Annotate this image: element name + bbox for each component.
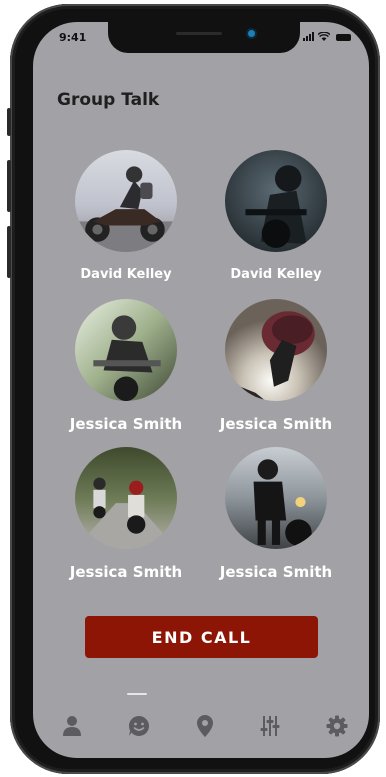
volume-up-button bbox=[7, 160, 11, 212]
active-tab-indicator bbox=[127, 693, 147, 695]
signal-icon bbox=[303, 32, 314, 41]
tab-profile[interactable] bbox=[57, 711, 87, 741]
participant-avatar[interactable] bbox=[225, 299, 327, 401]
status-time: 9:41 bbox=[59, 31, 87, 44]
mute-switch bbox=[7, 108, 11, 136]
battery-icon bbox=[336, 34, 351, 41]
participant-avatar[interactable] bbox=[75, 447, 177, 549]
equalizer-sliders-icon bbox=[260, 716, 280, 736]
notch bbox=[108, 22, 300, 53]
participant-avatar[interactable] bbox=[75, 150, 177, 252]
tab-chat[interactable] bbox=[124, 711, 154, 741]
speaker bbox=[176, 32, 222, 35]
participant-name: Jessica Smith bbox=[219, 563, 333, 581]
participant-avatar[interactable] bbox=[225, 447, 327, 549]
participant-name: Jessica Smith bbox=[69, 415, 183, 433]
chat-smile-icon bbox=[128, 715, 150, 736]
front-camera bbox=[248, 30, 255, 37]
gear-icon bbox=[326, 715, 348, 737]
participant-name: David Kelley bbox=[80, 267, 172, 282]
page-title: Group Talk bbox=[57, 90, 160, 110]
volume-down-button bbox=[7, 226, 11, 278]
person-icon bbox=[63, 716, 81, 736]
tab-equalizer[interactable] bbox=[255, 711, 285, 741]
participant-name: Jessica Smith bbox=[219, 415, 333, 433]
participant-name: David Kelley bbox=[230, 267, 322, 282]
location-pin-icon bbox=[197, 715, 213, 737]
participant-name: Jessica Smith bbox=[69, 563, 183, 581]
status-icons bbox=[303, 32, 351, 41]
wifi-icon bbox=[318, 32, 330, 41]
end-call-button[interactable]: END CALL bbox=[85, 616, 318, 658]
participant-avatar[interactable] bbox=[75, 299, 177, 401]
app-screen: 9:41 Group Talk David Kelley David Kelle… bbox=[33, 22, 369, 758]
tab-settings[interactable] bbox=[322, 711, 352, 741]
participant-avatar[interactable] bbox=[225, 150, 327, 252]
tab-location[interactable] bbox=[190, 711, 220, 741]
